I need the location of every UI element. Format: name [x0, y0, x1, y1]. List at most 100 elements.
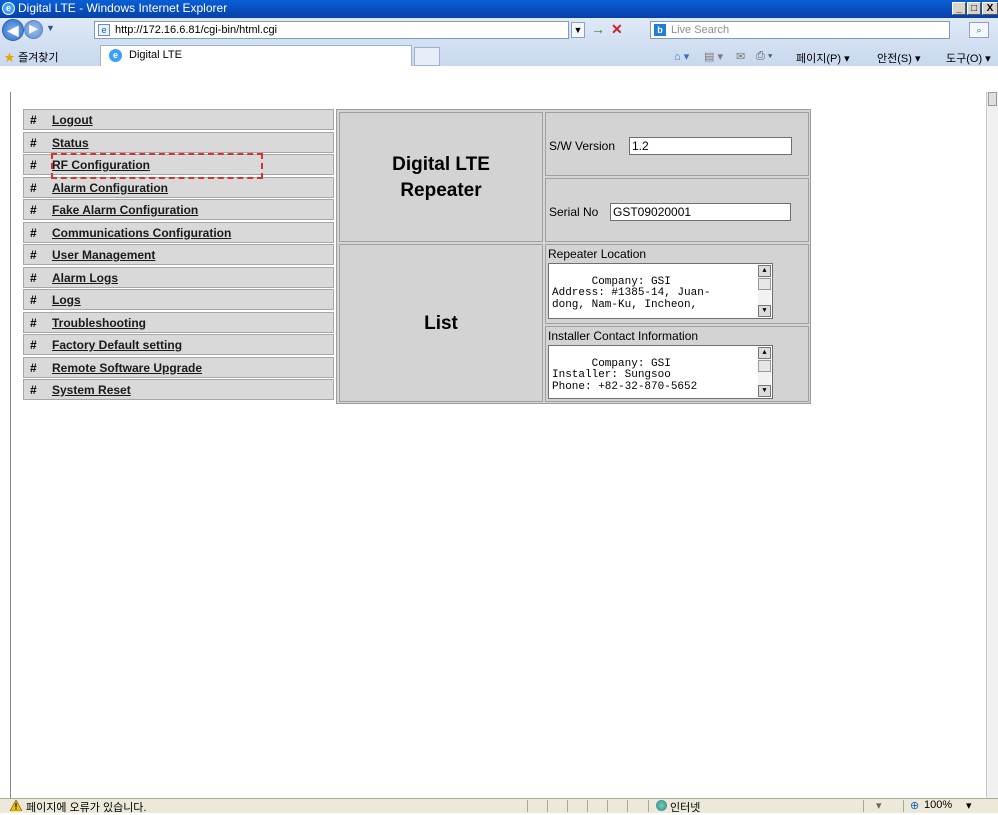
- menu-link-system-reset[interactable]: System Reset: [52, 383, 131, 397]
- location-scrollbar[interactable]: ▲ ▼: [758, 265, 771, 317]
- ie-app-icon: e: [2, 2, 15, 15]
- menu-link-alarm-logs[interactable]: Alarm Logs: [52, 271, 118, 285]
- status-divider: [607, 800, 608, 812]
- go-arrow-icon[interactable]: →: [591, 21, 605, 37]
- maximize-button[interactable]: □: [967, 2, 981, 15]
- zoom-icon[interactable]: ⊕: [910, 799, 919, 812]
- navigation-toolbar: ◀ ▶ ▼ e http://172.16.6.81/cgi-bin/html.…: [0, 18, 998, 66]
- scroll-down-icon[interactable]: ▼: [758, 385, 771, 397]
- menu-bullet: #: [30, 203, 37, 217]
- address-input[interactable]: e http://172.16.6.81/cgi-bin/html.cgi: [94, 21, 569, 39]
- star-icon: ★: [4, 52, 15, 64]
- menu-link-factory-default-setting[interactable]: Factory Default setting: [52, 338, 182, 352]
- back-button[interactable]: ◀: [2, 19, 24, 41]
- scrollbar-thumb[interactable]: [758, 278, 771, 290]
- favorites-button[interactable]: ★ 즐겨찾기: [4, 49, 59, 65]
- status-bar: 페이지에 오류가 있습니다. 인터넷 ▾ ⊕ 100% ▾: [0, 798, 998, 814]
- menu-link-remote-software-upgrade[interactable]: Remote Software Upgrade: [52, 361, 202, 375]
- tab-row: ★ 즐겨찾기 e Digital LTE ⌂ ▾ ▤ ▾ ✉ ⎙ ▾ 페이지(P…: [0, 44, 998, 66]
- print-icon[interactable]: ⎙ ▾: [756, 50, 772, 63]
- menu-bullet: #: [30, 270, 37, 285]
- live-search-icon: b: [654, 24, 666, 36]
- status-divider: [863, 800, 864, 812]
- page-icon: e: [98, 24, 110, 36]
- status-divider: [648, 800, 649, 812]
- search-input[interactable]: b Live Search: [650, 21, 950, 39]
- highlight-box: [51, 153, 263, 179]
- zoom-level[interactable]: 100%: [924, 799, 952, 811]
- status-divider: [627, 800, 628, 812]
- page-scrollbar[interactable]: [986, 92, 998, 798]
- menu-bullet: #: [30, 225, 37, 240]
- location-textarea[interactable]: Company: GSI Address: #1385-14, Juan- do…: [548, 263, 773, 319]
- menu-bullet: #: [30, 180, 37, 195]
- menu-item: # Alarm Logs: [23, 266, 334, 288]
- stop-icon[interactable]: ✕: [611, 21, 623, 38]
- menu-link-logout[interactable]: Logout: [52, 113, 93, 127]
- installer-text: Company: GSI Installer: Sungsoo Phone: +…: [552, 357, 698, 393]
- address-dropdown-icon[interactable]: ▼: [571, 22, 585, 38]
- internet-globe-icon: [656, 800, 667, 811]
- scrollbar-thumb[interactable]: [988, 92, 997, 106]
- ie-tab-icon: e: [109, 49, 122, 62]
- sw-version-field[interactable]: 1.2: [629, 137, 792, 155]
- menu-link-fake-alarm-configuration[interactable]: Fake Alarm Configuration: [52, 203, 198, 217]
- menu-item: # Logout: [23, 109, 334, 130]
- feeds-icon[interactable]: ▤ ▾: [704, 50, 723, 63]
- menu-bullet: #: [30, 293, 37, 307]
- scroll-up-icon[interactable]: ▲: [758, 265, 771, 277]
- tools-menu[interactable]: 도구(O) ▾: [946, 50, 991, 66]
- protected-mode-icon[interactable]: ▾: [876, 799, 882, 812]
- list-title: List: [424, 313, 458, 334]
- menu-link-user-management[interactable]: User Management: [52, 248, 155, 262]
- menu-item: # Factory Default setting: [23, 334, 334, 355]
- recent-pages-dropdown-icon[interactable]: ▼: [46, 23, 55, 33]
- serial-field[interactable]: GST09020001: [610, 203, 791, 221]
- menu-link-status[interactable]: Status: [52, 136, 89, 150]
- tab-digital-lte[interactable]: e Digital LTE: [100, 45, 412, 66]
- serial-cell: Serial No GST09020001: [545, 178, 809, 242]
- location-cell: Repeater Location Company: GSI Address: …: [545, 244, 809, 324]
- minimize-button[interactable]: _: [952, 2, 966, 15]
- installer-textarea[interactable]: Company: GSI Installer: Sungsoo Phone: +…: [548, 345, 773, 399]
- menu-bullet: #: [30, 360, 37, 375]
- address-url: http://172.16.6.81/cgi-bin/html.cgi: [115, 24, 278, 36]
- status-divider: [903, 800, 904, 812]
- sw-version-cell: S/W Version 1.2: [545, 112, 809, 176]
- menu-link-troubleshooting[interactable]: Troubleshooting: [52, 316, 146, 330]
- menu-bullet: #: [30, 248, 37, 262]
- page-menu[interactable]: 페이지(P) ▾: [796, 50, 850, 66]
- repeater-info-table: Digital LTE Repeater List S/W Version 1.…: [336, 109, 811, 404]
- home-icon[interactable]: ⌂ ▾: [674, 50, 689, 63]
- menu-bullet: #: [30, 315, 37, 330]
- installer-label: Installer Contact Information: [548, 329, 699, 343]
- serial-label: Serial No: [549, 205, 599, 219]
- menu-link-logs[interactable]: Logs: [52, 293, 81, 307]
- new-tab-button[interactable]: [414, 47, 440, 66]
- installer-scrollbar[interactable]: ▲ ▼: [758, 347, 771, 397]
- zoom-dropdown-icon[interactable]: ▾: [966, 799, 972, 812]
- scroll-up-icon[interactable]: ▲: [758, 347, 771, 359]
- menu-item: # Status: [23, 131, 334, 153]
- scroll-down-icon[interactable]: ▼: [758, 305, 771, 317]
- window-title: Digital LTE - Windows Internet Explorer: [18, 1, 228, 15]
- safety-menu[interactable]: 안전(S) ▾: [877, 50, 920, 66]
- window-title-bar[interactable]: e Digital LTE - Windows Internet Explore…: [0, 0, 998, 18]
- search-go-icon[interactable]: ⌕: [969, 22, 989, 38]
- warning-icon[interactable]: [10, 800, 22, 811]
- menu-item: # User Management: [23, 244, 334, 265]
- menu-item: # Fake Alarm Configuration: [23, 199, 334, 220]
- location-text: Company: GSI Address: #1385-14, Juan- do…: [552, 275, 711, 311]
- title-cell: Digital LTE Repeater: [339, 112, 543, 242]
- search-placeholder: Live Search: [671, 24, 730, 36]
- scrollbar-thumb[interactable]: [758, 360, 771, 372]
- menu-bullet: #: [30, 383, 37, 397]
- forward-button[interactable]: ▶: [24, 20, 43, 39]
- status-divider: [527, 800, 528, 812]
- menu-bullet: #: [30, 135, 37, 150]
- mail-icon[interactable]: ✉: [736, 50, 745, 63]
- menu-link-communications-configuration[interactable]: Communications Configuration: [52, 226, 231, 240]
- menu-link-alarm-configuration[interactable]: Alarm Configuration: [52, 181, 168, 195]
- close-button[interactable]: X: [982, 2, 998, 15]
- status-divider: [547, 800, 548, 812]
